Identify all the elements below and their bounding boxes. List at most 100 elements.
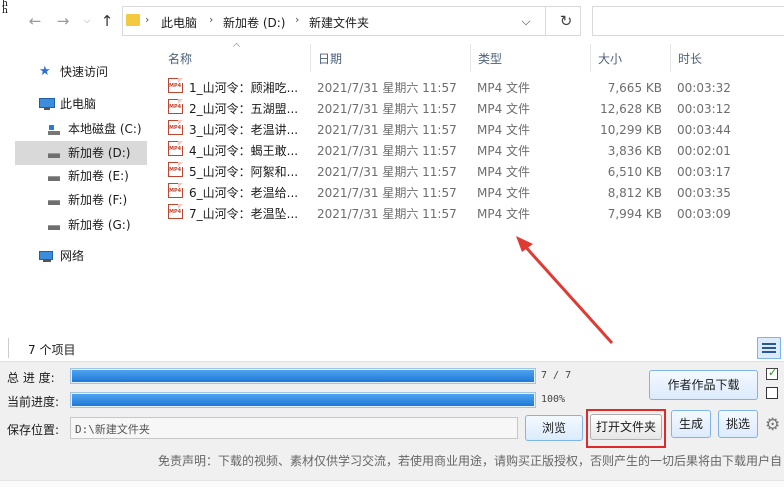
file-date: 2021/7/31 星期六 11:57 [317, 207, 457, 221]
back-arrow-icon[interactable]: ← [26, 11, 44, 31]
file-duration: 00:03:09 [677, 207, 731, 221]
mp4-file-icon: MP4 [168, 78, 183, 93]
nav-item-network[interactable]: 网络 [15, 244, 147, 268]
column-header-size[interactable]: 大小 [598, 50, 622, 67]
settings-gear-icon[interactable]: ⚙ [765, 415, 780, 435]
file-name: 7_山河令：老温坠... [189, 207, 299, 221]
details-view-icon[interactable] [757, 337, 781, 359]
mp4-file-icon: MP4 [168, 120, 183, 135]
mp4-file-icon: MP4 [168, 183, 183, 198]
file-duration: 00:02:01 [677, 144, 731, 158]
breadcrumb-new-folder[interactable]: 新建文件夹 [309, 14, 369, 31]
file-date: 2021/7/31 星期六 11:57 [317, 81, 457, 95]
file-type: MP4 文件 [477, 102, 531, 116]
address-dropdown-chevron-icon[interactable] [521, 16, 531, 26]
file-date: 2021/7/31 星期六 11:57 [317, 165, 457, 179]
total-progress-text: 7 / 7 [541, 370, 572, 381]
file-duration: 00:03:35 [677, 186, 731, 200]
column-header-duration[interactable]: 时长 [678, 50, 702, 67]
search-input[interactable] [592, 6, 784, 36]
mp4-file-icon: MP4 [168, 162, 183, 177]
file-date: 2021/7/31 星期六 11:57 [317, 123, 457, 137]
file-date: 2021/7/31 星期六 11:57 [317, 144, 457, 158]
status-item-count: 7 个项目 [28, 343, 76, 357]
nav-item-drive-c[interactable]: 本地磁盘 (C:) [15, 117, 147, 141]
open-folder-button[interactable]: 打开文件夹 [590, 414, 662, 440]
file-row[interactable]: MP4 6_山河令：老温给... 2021/7/31 星期六 11:57 MP4… [165, 183, 665, 204]
save-path-field[interactable]: D:\新建文件夹 [70, 417, 518, 439]
file-date: 2021/7/31 星期六 11:57 [317, 186, 457, 200]
file-size: 3,836 KB [607, 144, 662, 158]
file-size: 7,994 KB [607, 207, 662, 221]
file-row[interactable]: MP4 4_山河令：蝎王敢... 2021/7/31 星期六 11:57 MP4… [165, 141, 665, 162]
file-size: 8,812 KB [607, 186, 662, 200]
file-type: MP4 文件 [477, 144, 531, 158]
nav-item-drive-d[interactable]: 新加卷 (D:) [15, 141, 147, 165]
nav-item-quick-access[interactable]: ★ 快速访问 [15, 60, 147, 84]
file-name: 3_山河令：老温讲... [189, 123, 299, 137]
breadcrumb-drive-d[interactable]: 新加卷 (D:) [223, 14, 285, 31]
file-size: 10,299 KB [600, 123, 662, 137]
file-name: 4_山河令：蝎王敢... [189, 144, 299, 158]
file-row[interactable]: MP4 7_山河令：老温坠... 2021/7/31 星期六 11:57 MP4… [165, 204, 665, 225]
file-row[interactable]: MP4 3_山河令：老温讲... 2021/7/31 星期六 11:57 MP4… [165, 120, 665, 141]
sort-ascending-icon [232, 42, 241, 51]
current-progress-bar [70, 392, 536, 408]
stray-glyph: h [2, 6, 8, 16]
author-works-download-button[interactable]: 作者作品下载 [649, 370, 758, 400]
column-header-name[interactable]: 名称 [168, 50, 192, 67]
refresh-icon[interactable]: ↻ [554, 10, 578, 32]
address-bar[interactable]: › 此电脑 › 新加卷 (D:) › 新建文件夹 ↻ [122, 6, 581, 36]
browse-button[interactable]: 浏览 [525, 415, 583, 441]
save-path-value: D:\新建文件夹 [75, 423, 150, 436]
breadcrumb-separator-icon: › [145, 13, 150, 26]
file-duration: 00:03:44 [677, 123, 731, 137]
file-name: 6_山河令：老温给... [189, 186, 299, 200]
file-row[interactable]: MP4 5_山河令：阿絮和... 2021/7/31 星期六 11:57 MP4… [165, 162, 665, 183]
system-drive-icon [48, 117, 62, 141]
folder-icon [126, 14, 140, 26]
breadcrumb-separator-icon: › [209, 13, 214, 26]
current-progress-text: 100% [541, 394, 566, 405]
total-progress-fill [72, 370, 534, 382]
file-type: MP4 文件 [477, 81, 531, 95]
nav-item-this-pc[interactable]: 此电脑 [15, 92, 147, 116]
annotation-arrow [516, 236, 614, 345]
breadcrumb-this-pc[interactable]: 此电脑 [161, 14, 197, 31]
generate-button[interactable]: 生成 [671, 410, 711, 438]
checkmark-icon: ✓ [768, 366, 778, 379]
checkbox-checked[interactable]: ✓ [766, 366, 778, 380]
file-row[interactable]: MP4 2_山河令：五湖盟... 2021/7/31 星期六 11:57 MP4… [165, 99, 665, 120]
total-progress-label: 总 进 度: [7, 371, 55, 385]
file-duration: 00:03:12 [677, 102, 731, 116]
up-arrow-icon[interactable]: ↑ [98, 11, 116, 31]
mp4-file-icon: MP4 [168, 141, 183, 156]
file-size: 6,510 KB [607, 165, 662, 179]
pick-button[interactable]: 挑选 [718, 410, 758, 438]
file-name: 1_山河令：顾湘吃... [189, 81, 299, 95]
column-header-type[interactable]: 类型 [478, 50, 502, 67]
file-type: MP4 文件 [477, 186, 531, 200]
star-icon: ★ [39, 64, 51, 79]
file-duration: 00:03:17 [677, 165, 731, 179]
drive-icon [48, 188, 62, 212]
file-size: 7,665 KB [607, 81, 662, 95]
checkbox-unchecked[interactable] [766, 387, 778, 399]
recent-locations-chevron-icon[interactable]: ⌵ [78, 11, 96, 31]
file-duration: 00:03:32 [677, 81, 731, 95]
nav-item-drive-e[interactable]: 新加卷 (E:) [15, 164, 147, 188]
file-name: 5_山河令：阿絮和... [189, 165, 299, 179]
breadcrumb-separator-icon: › [295, 13, 300, 26]
column-header-date[interactable]: 日期 [318, 50, 342, 67]
nav-item-drive-g[interactable]: 新加卷 (G:) [15, 213, 147, 237]
computer-icon [39, 92, 55, 116]
file-size: 12,628 KB [600, 102, 662, 116]
mp4-file-icon: MP4 [168, 99, 183, 114]
file-date: 2021/7/31 星期六 11:57 [317, 102, 457, 116]
forward-arrow-icon[interactable]: → [54, 11, 72, 31]
drive-icon [48, 141, 62, 165]
file-row[interactable]: MP4 1_山河令：顾湘吃... 2021/7/31 星期六 11:57 MP4… [165, 78, 665, 99]
nav-item-drive-f[interactable]: 新加卷 (F:) [15, 188, 147, 212]
current-progress-fill [72, 394, 534, 406]
downloader-panel: 总 进 度: 7 / 7 当前进度: 100% 保存位置: D:\新建文件夹 浏… [0, 361, 784, 487]
